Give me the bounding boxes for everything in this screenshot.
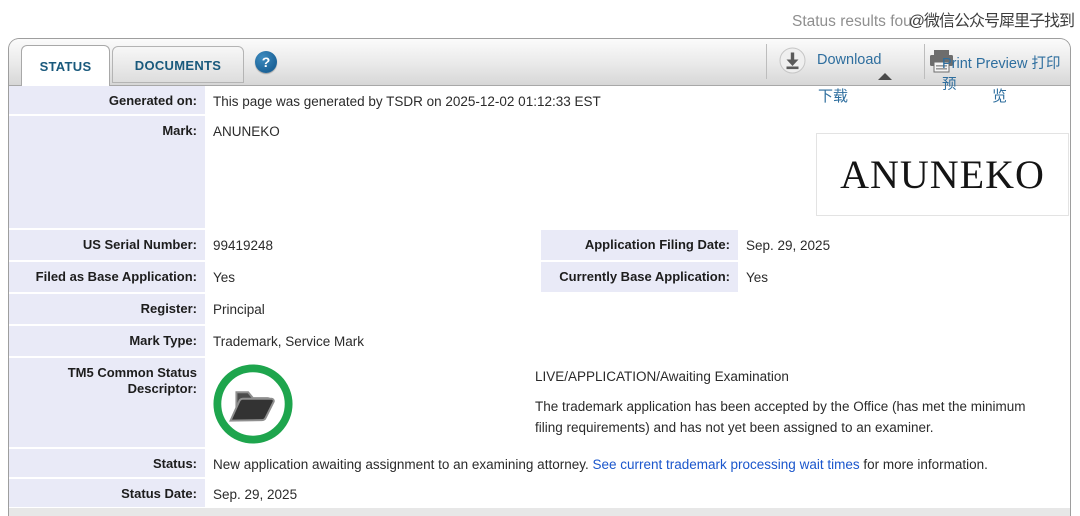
tsdr-panel: STATUS DOCUMENTS ? Download Print Previe… [8, 38, 1071, 516]
row-tm5-descriptor: TM5 Common Status Descriptor: LIVE/APPLI… [9, 358, 1070, 447]
mark-label: Mark: [9, 116, 205, 228]
tm5-descriptor-label: TM5 Common Status Descriptor: [9, 358, 205, 447]
status-date-label: Status Date: [9, 479, 205, 507]
us-serial-number-value: 99419248 [205, 230, 541, 260]
filed-as-base-value: Yes [205, 262, 541, 292]
toolbar-divider [924, 44, 925, 79]
row-mark-type: Mark Type: Trademark, Service Mark [9, 326, 1070, 356]
mark-value-cell: ANUNEKO ANUNEKO [205, 116, 1070, 228]
tm5-description: The trademark application has been accep… [535, 399, 1026, 435]
row-register: Register: Principal [9, 294, 1070, 324]
status-text-before: New application awaiting assignment to a… [213, 457, 593, 472]
tm5-live-folder-icon [212, 363, 294, 445]
download-icon[interactable] [779, 47, 806, 74]
tm5-text-block: LIVE/APPLICATION/Awaiting Examination Th… [535, 366, 1051, 438]
status-value: New application awaiting assignment to a… [205, 449, 1070, 477]
status-text-after: for more information. [859, 457, 988, 472]
filed-as-base-label: Filed as Base Application: [9, 262, 205, 292]
status-date-value: Sep. 29, 2025 [205, 479, 1070, 507]
row-base-application: Filed as Base Application: Yes Currently… [9, 262, 1070, 292]
bottom-strip [9, 508, 1070, 516]
row-status: Status: New application awaiting assignm… [9, 449, 1070, 477]
tab-status[interactable]: STATUS [21, 45, 110, 86]
row-mark: Mark: ANUNEKO ANUNEKO [9, 116, 1070, 228]
row-status-date: Status Date: Sep. 29, 2025 [9, 479, 1070, 507]
status-results-note: Status results fou@微信公众号犀里子找到 [791, 7, 1075, 31]
register-value: Principal [205, 294, 1070, 324]
row-serial-filing: US Serial Number: 99419248 Application F… [9, 230, 1070, 260]
generated-on-value: This page was generated by TSDR on 2025-… [205, 86, 1070, 114]
row-generated-on: Generated on: This page was generated by… [9, 86, 1070, 114]
us-serial-number-label: US Serial Number: [9, 230, 205, 260]
mark-value: ANUNEKO [213, 124, 280, 139]
status-results-text: Status results fou [791, 13, 912, 30]
currently-base-label: Currently Base Application: [541, 262, 738, 292]
mark-image: ANUNEKO [816, 133, 1069, 216]
print-preview-translation-overlay: 览 [992, 88, 1008, 105]
currently-base-value: Yes [738, 262, 1070, 292]
tm5-descriptor-value-cell: LIVE/APPLICATION/Awaiting Examination Th… [205, 358, 1070, 447]
mark-image-text: ANUNEKO [840, 152, 1045, 197]
watermark-text: @微信公众号犀里子找到 [908, 13, 1075, 30]
download-button[interactable]: Download [817, 52, 882, 68]
mark-type-label: Mark Type: [9, 326, 205, 356]
tm5-status-line: LIVE/APPLICATION/Awaiting Examination [535, 369, 789, 384]
tab-documents[interactable]: DOCUMENTS [112, 46, 244, 83]
register-label: Register: [9, 294, 205, 324]
toolbar: STATUS DOCUMENTS ? Download Print Previe… [9, 39, 1070, 93]
download-translation-overlay: 下载 [818, 88, 849, 105]
application-filing-date-value: Sep. 29, 2025 [738, 230, 1070, 260]
toolbar-divider [766, 44, 767, 79]
mark-type-value: Trademark, Service Mark [205, 326, 1070, 356]
status-table: Generated on: This page was generated by… [9, 86, 1070, 507]
application-filing-date-label: Application Filing Date: [541, 230, 738, 260]
status-label: Status: [9, 449, 205, 477]
help-icon[interactable]: ? [255, 51, 277, 73]
processing-wait-times-link[interactable]: See current trademark processing wait ti… [592, 457, 859, 472]
download-expand-arrow[interactable] [878, 73, 892, 80]
generated-on-label: Generated on: [9, 86, 205, 114]
